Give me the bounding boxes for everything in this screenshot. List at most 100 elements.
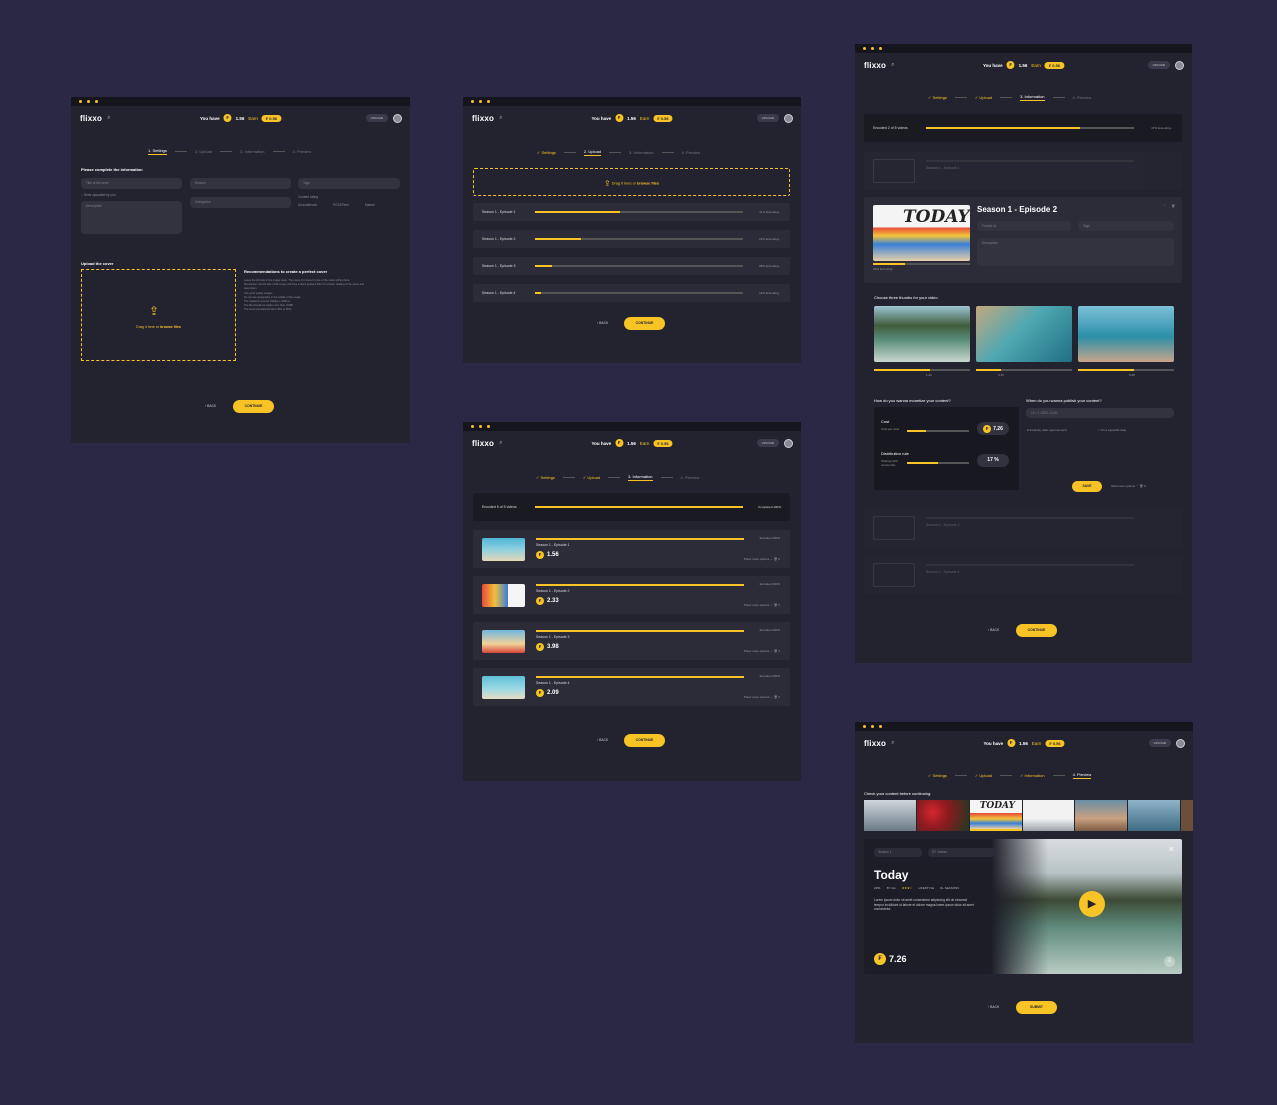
season-select[interactable]: Season bbox=[190, 178, 291, 189]
logo[interactable]: flixxo bbox=[864, 739, 886, 748]
browse-files-link[interactable]: browse files bbox=[637, 182, 659, 186]
step-upload-done[interactable]: ✓ Upload bbox=[583, 475, 600, 480]
publish-date-select[interactable]: 12 / 1 / 2021 11:00 bbox=[1026, 408, 1174, 418]
episode-select[interactable]: E2. Nature bbox=[928, 848, 996, 857]
title-input[interactable]: Title of the serie bbox=[81, 178, 182, 189]
rating-mature[interactable]: Mature bbox=[365, 203, 375, 207]
publish-instantly-radio[interactable]: ● Instantly, after approvement bbox=[1027, 428, 1067, 432]
episode-thumbnail[interactable] bbox=[482, 584, 525, 607]
step-upload-done[interactable]: ✓ Upload bbox=[975, 773, 992, 778]
step-preview[interactable]: 4. Preview bbox=[682, 150, 701, 155]
tags-input[interactable]: Tags bbox=[1078, 221, 1174, 231]
strip-thumbnail[interactable] bbox=[1181, 800, 1193, 831]
publish-date-radio[interactable]: ○ On a especific date bbox=[1098, 428, 1126, 432]
submit-button[interactable]: SUBMIT bbox=[1016, 1001, 1057, 1014]
collapsed-episode[interactable]: Season 1 - Episode 3 bbox=[864, 509, 1182, 547]
continue-button[interactable]: CONTINUE bbox=[624, 317, 665, 330]
person-icon[interactable]: ♙ bbox=[1164, 956, 1175, 967]
step-preview[interactable]: 4. Preview bbox=[1072, 772, 1092, 779]
step-information-done[interactable]: ✓ Information bbox=[1020, 773, 1044, 778]
upload-button[interactable]: UPLOAD bbox=[365, 114, 388, 122]
back-button[interactable]: ‹ BACK bbox=[597, 321, 608, 325]
show-less-options[interactable]: Show less options ⌃ 🗑 ≡ bbox=[1111, 484, 1146, 488]
step-upload[interactable]: 2. Upload bbox=[583, 149, 602, 156]
search-icon[interactable]: ⌕ bbox=[107, 115, 110, 122]
strip-thumbnail[interactable] bbox=[1128, 800, 1181, 831]
search-icon[interactable]: ⌕ bbox=[499, 440, 502, 447]
collapsed-episode[interactable]: Season 1 - Episode 1 bbox=[864, 152, 1182, 190]
step-information[interactable]: 3. Information bbox=[240, 149, 264, 154]
strip-thumbnail[interactable] bbox=[864, 800, 916, 831]
thumb-slider-3[interactable] bbox=[1078, 369, 1174, 371]
step-settings-done[interactable]: ✓ Settings bbox=[537, 150, 556, 155]
thumb-slider-2[interactable] bbox=[976, 369, 1072, 371]
continue-button[interactable]: CONTINUE bbox=[233, 400, 274, 413]
avatar[interactable] bbox=[1176, 738, 1185, 748]
continue-button[interactable]: CONTINUE bbox=[624, 734, 665, 747]
step-information[interactable]: 3. Information bbox=[629, 150, 653, 155]
tags-input[interactable]: Tags bbox=[298, 178, 400, 189]
back-button[interactable]: ‹ BACK bbox=[988, 1005, 999, 1009]
show-more-options[interactable]: Show more options ⌄ 🗑 ≡ bbox=[744, 603, 780, 607]
collapsed-episode[interactable]: Season 1 - Episode 4 bbox=[864, 556, 1182, 594]
back-button[interactable]: ‹ BACK bbox=[988, 628, 999, 632]
avatar[interactable] bbox=[1175, 60, 1184, 70]
logo[interactable]: flixxo bbox=[472, 114, 494, 123]
upload-button[interactable]: UPLOAD bbox=[756, 114, 779, 122]
step-information[interactable]: 3. Information bbox=[628, 474, 653, 481]
rating-all[interactable]: All audiences bbox=[298, 203, 317, 207]
episode-thumbnail[interactable] bbox=[482, 676, 525, 699]
video-dropzone[interactable]: ⇪ Drag it here or browse files bbox=[473, 168, 790, 196]
strip-thumbnail[interactable] bbox=[1022, 800, 1075, 831]
show-more-options[interactable]: Show more options ⌄ 🗑 ≡ bbox=[744, 695, 780, 699]
step-settings-done[interactable]: ✓ Settings bbox=[928, 95, 947, 100]
earn-badge[interactable]: ₣ 0.56 bbox=[653, 439, 673, 447]
browse-files-link[interactable]: browse files bbox=[160, 325, 181, 329]
search-icon[interactable]: ⌕ bbox=[891, 62, 894, 69]
strip-thumbnail[interactable] bbox=[916, 800, 969, 831]
thumb-option-2[interactable] bbox=[976, 306, 1072, 362]
search-icon[interactable]: ⌕ bbox=[499, 115, 502, 122]
strip-thumbnail-selected[interactable]: TODAY bbox=[969, 800, 1022, 831]
episode-cover[interactable]: TODAY bbox=[873, 205, 970, 261]
save-button[interactable]: SAVE bbox=[1072, 481, 1102, 492]
continue-button[interactable]: CONTINUE bbox=[1016, 624, 1057, 637]
earn-badge[interactable]: ₣ 0.56 bbox=[261, 114, 282, 122]
back-button[interactable]: ‹ BACK bbox=[205, 404, 216, 408]
episode-thumbnail[interactable] bbox=[482, 538, 525, 561]
step-information[interactable]: 3. Information bbox=[1020, 94, 1045, 101]
back-button[interactable]: ‹ BACK bbox=[597, 738, 608, 742]
close-icon[interactable]: × bbox=[1169, 844, 1174, 854]
show-more-options[interactable]: Show more options ⌄ 🗑 ≡ bbox=[744, 649, 780, 653]
step-upload-done[interactable]: ✓ Upload bbox=[975, 95, 992, 100]
format-select[interactable]: Format #1 bbox=[977, 221, 1071, 231]
description-input[interactable]: Description bbox=[81, 201, 182, 234]
earn-badge[interactable]: ₣ 0.56 bbox=[653, 114, 673, 122]
episode-thumbnail[interactable] bbox=[482, 630, 525, 653]
cover-dropzone[interactable]: ⇪ Drag it here or browse files bbox=[81, 269, 236, 361]
logo[interactable]: flixxo bbox=[80, 114, 102, 123]
step-preview[interactable]: 4. Preview bbox=[293, 149, 312, 154]
thumb-slider-1[interactable] bbox=[874, 369, 970, 371]
uploaded-by-you-checkbox[interactable]: ○ Serie uploaded by you bbox=[81, 193, 116, 197]
collapse-icon[interactable]: ⌃ bbox=[1163, 204, 1166, 208]
logo[interactable]: flixxo bbox=[472, 439, 494, 448]
step-settings-done[interactable]: ✓ Settings bbox=[928, 773, 947, 778]
logo[interactable]: flixxo bbox=[864, 61, 886, 70]
description-input[interactable]: Description bbox=[977, 238, 1174, 266]
thumb-option-1[interactable] bbox=[874, 306, 970, 362]
cost-slider[interactable] bbox=[907, 430, 969, 432]
categories-select[interactable]: Categories bbox=[190, 197, 291, 208]
step-upload[interactable]: 2. Upload bbox=[195, 149, 212, 154]
play-icon[interactable]: ▶ bbox=[1079, 891, 1105, 917]
rating-teen[interactable]: PG13/Teen bbox=[333, 203, 349, 207]
search-icon[interactable]: ⌕ bbox=[891, 740, 894, 747]
season-select[interactable]: Season 1 bbox=[874, 848, 922, 857]
strip-thumbnail[interactable] bbox=[1075, 800, 1128, 831]
step-settings-done[interactable]: ✓ Settings bbox=[536, 475, 555, 480]
step-preview[interactable]: 4. Preview bbox=[681, 475, 700, 480]
avatar[interactable] bbox=[393, 113, 402, 123]
upload-button[interactable]: UPLOAD bbox=[1148, 739, 1171, 747]
step-settings[interactable]: 1. Settings bbox=[148, 148, 167, 155]
avatar[interactable] bbox=[784, 438, 793, 448]
